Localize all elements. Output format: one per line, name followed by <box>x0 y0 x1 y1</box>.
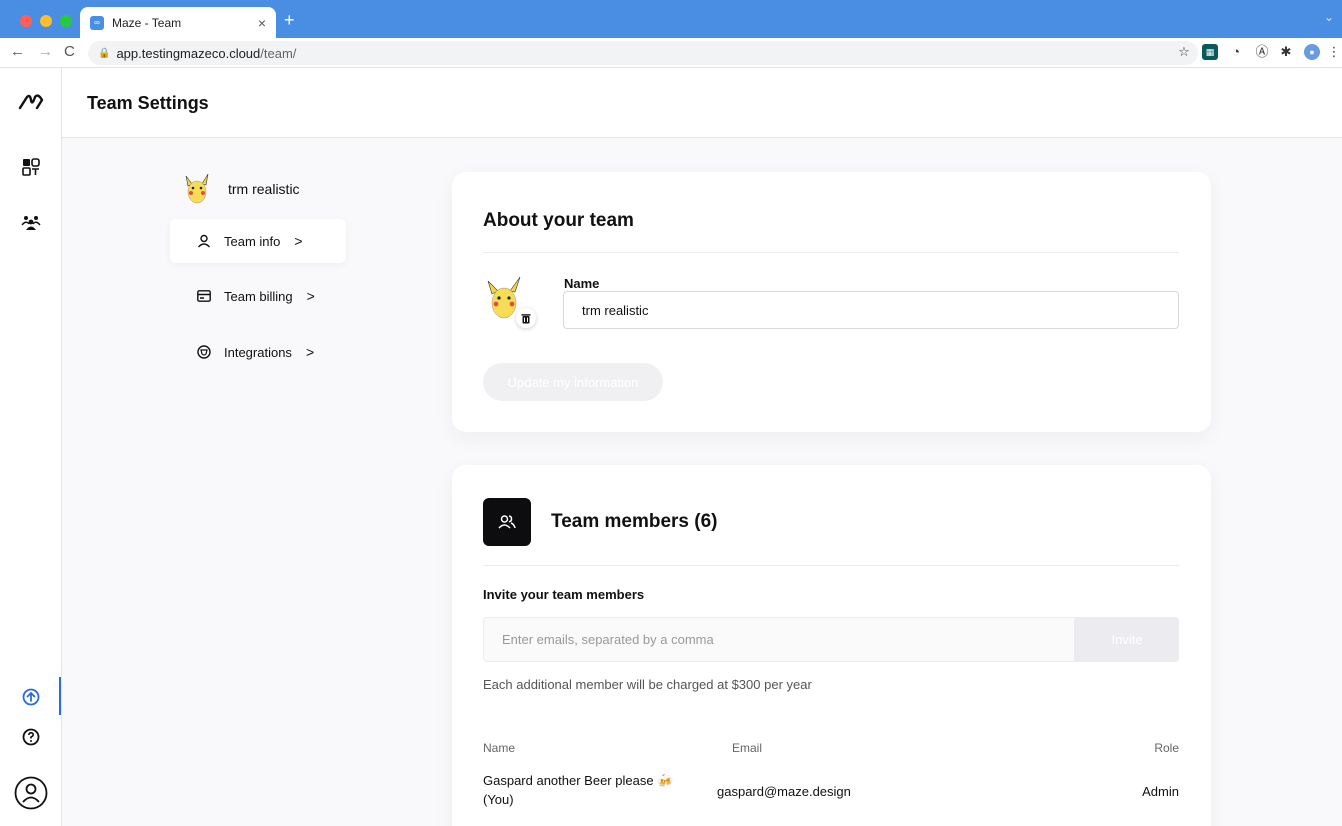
reload-icon[interactable]: C <box>64 43 75 60</box>
about-title: About your team <box>483 210 634 231</box>
projects-grid-icon[interactable] <box>0 158 62 176</box>
chevron-right-icon: > <box>306 288 315 304</box>
url-field[interactable]: 🔒 app.testingmazeco.cloud/team/ <box>88 41 1198 65</box>
browser-menu-icon[interactable]: ⋮ <box>1326 44 1342 60</box>
billing-note: Each additional member will be charged a… <box>483 677 812 692</box>
extension-lens-icon[interactable]: ◔ <box>1228 44 1244 60</box>
extension-a-icon[interactable]: Ⓐ <box>1254 44 1270 60</box>
nav-label: Integrations <box>224 344 292 360</box>
invite-button[interactable]: Invite <box>1075 617 1179 662</box>
url-path: /team/ <box>260 45 297 61</box>
window-close-button[interactable] <box>20 15 32 27</box>
nav-label: Team billing <box>224 288 293 304</box>
column-header-email: Email <box>732 741 763 755</box>
tab-search-chevron-icon[interactable]: ⌄ <box>1324 10 1334 24</box>
member-name: Gaspard another Beer please 🍻 <box>483 773 674 788</box>
forward-arrow-icon[interactable]: → <box>38 43 53 60</box>
member-role[interactable]: Admin <box>1142 784 1179 799</box>
team-members-badge <box>483 498 531 546</box>
divider <box>483 565 1179 566</box>
browser-address-bar: ← → C 🔒 app.testingmazeco.cloud/team/ ☆ … <box>0 38 1342 68</box>
member-you-tag: (You) <box>483 792 514 807</box>
page-header: Team Settings <box>62 68 1342 138</box>
plug-icon <box>196 344 212 360</box>
back-arrow-icon[interactable]: ← <box>10 43 25 60</box>
extension-icon[interactable]: ▦ <box>1202 44 1218 60</box>
user-account-icon[interactable] <box>0 776 62 810</box>
invite-email-input[interactable]: Enter emails, separated by a comma <box>483 617 1075 662</box>
bookmark-star-icon[interactable]: ☆ <box>1176 44 1192 60</box>
maze-logo-icon[interactable] <box>0 94 62 110</box>
lock-icon: 🔒 <box>98 47 111 59</box>
nav-team-billing[interactable]: Team billing > <box>170 274 346 318</box>
browser-tab[interactable]: ∞ Maze - Team × <box>80 7 276 38</box>
nav-integrations[interactable]: Integrations > <box>170 330 346 374</box>
trash-icon <box>521 313 531 323</box>
column-header-role: Role <box>1154 741 1179 755</box>
about-team-card: About your team Name trm realistic Updat… <box>452 172 1211 432</box>
team-heading: trm realistic <box>180 172 300 206</box>
column-header-name: Name <box>483 741 516 755</box>
page-title: Team Settings <box>87 93 209 113</box>
maze-favicon-icon: ∞ <box>90 15 104 30</box>
team-people-icon[interactable] <box>0 214 62 232</box>
team-members-card: Team members (6) Invite your team member… <box>452 465 1211 826</box>
invite-label: Invite your team members <box>483 587 645 602</box>
team-name-input[interactable]: trm realistic <box>563 291 1179 329</box>
window-minimize-button[interactable] <box>40 15 52 27</box>
new-tab-button[interactable]: + <box>284 10 295 31</box>
people-icon <box>498 515 516 529</box>
chevron-right-icon: > <box>294 233 303 249</box>
team-name: trm realistic <box>228 181 300 197</box>
window-zoom-button[interactable] <box>60 15 72 27</box>
url-host: app.testingmazeco.cloud <box>116 45 261 61</box>
chevron-right-icon: > <box>305 344 315 360</box>
member-email: gaspard@maze.design <box>717 784 851 799</box>
divider <box>483 252 1179 253</box>
profile-avatar-icon[interactable]: ● <box>1304 44 1320 60</box>
tab-close-icon[interactable]: × <box>258 15 266 31</box>
nav-label: Team info <box>224 233 281 249</box>
user-icon <box>196 233 212 249</box>
team-avatar <box>180 172 214 206</box>
tab-title: Maze - Team <box>112 15 182 30</box>
members-title: Team members (6) <box>551 511 718 532</box>
nav-team-info[interactable]: Team info > <box>170 219 346 263</box>
delete-avatar-button[interactable] <box>516 308 536 328</box>
help-question-icon[interactable] <box>0 728 62 746</box>
puzzle-extensions-icon[interactable]: ✱ <box>1278 44 1294 60</box>
card-icon <box>196 288 212 304</box>
upgrade-arrow-icon[interactable] <box>0 688 62 706</box>
name-label: Name <box>564 276 600 291</box>
browser-tab-bar: ∞ Maze - Team × + ⌄ <box>0 0 1342 38</box>
app-sidebar <box>0 68 62 826</box>
update-information-button[interactable]: Update my information <box>483 363 663 401</box>
